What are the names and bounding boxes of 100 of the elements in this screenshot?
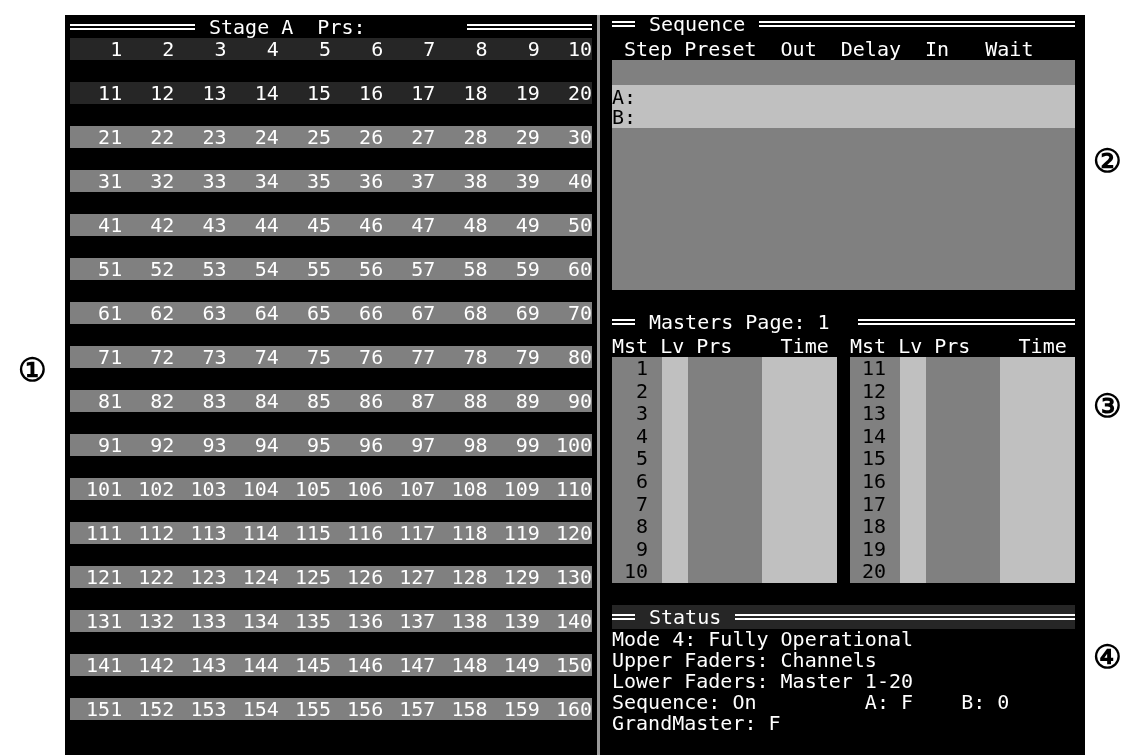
column-header: Time <box>1018 335 1067 357</box>
preset-number: 65 <box>305 302 331 324</box>
preset-number: 71 <box>97 346 123 368</box>
double-rule <box>612 20 635 27</box>
preset-number: 23 <box>201 126 227 148</box>
preset-number: 150 <box>554 654 592 676</box>
preset-number: 131 <box>85 610 123 632</box>
preset-number: 84 <box>253 390 279 412</box>
preset-number: 94 <box>253 434 279 456</box>
preset-number: 57 <box>410 258 436 280</box>
double-rule <box>612 319 635 325</box>
preset-number: 66 <box>358 302 384 324</box>
preset-number: 63 <box>201 302 227 324</box>
preset-number: 85 <box>305 390 331 412</box>
preset-number: 64 <box>253 302 279 324</box>
preset-number: 72 <box>149 346 175 368</box>
master-number: 6 <box>634 469 648 493</box>
master-number: 1 <box>634 357 648 380</box>
preset-number: 132 <box>137 610 175 632</box>
preset-number: 91 <box>97 434 123 456</box>
preset-number: 5 <box>317 38 331 60</box>
master-number: 20 <box>860 560 886 583</box>
master-number: 10 <box>622 560 648 583</box>
preset-number: 25 <box>305 126 331 148</box>
preset-number: 159 <box>502 698 540 720</box>
preset-number: 122 <box>137 566 175 588</box>
panel-title: Status <box>649 607 722 627</box>
preset-number: 153 <box>189 698 227 720</box>
preset-number: 151 <box>85 698 123 720</box>
preset-number: 13 <box>201 82 227 104</box>
preset-number: 98 <box>462 434 488 456</box>
column-header: Delay <box>840 38 901 60</box>
callout-number: ① <box>18 354 47 386</box>
preset-number: 28 <box>462 126 488 148</box>
callout-number: ④ <box>1093 641 1122 673</box>
preset-number: 56 <box>358 258 384 280</box>
preset-number: 145 <box>293 654 331 676</box>
preset-number: 44 <box>253 214 279 236</box>
preset-number: 148 <box>450 654 488 676</box>
preset-number: 16 <box>358 82 384 104</box>
master-number: 18 <box>860 515 886 538</box>
preset-number: 17 <box>410 82 436 104</box>
preset-number: 59 <box>514 258 540 280</box>
column-header: In <box>925 38 950 60</box>
status-text: Lower Faders: Master 1-20 <box>612 671 914 692</box>
column-header: Prs <box>934 335 971 357</box>
preset-number: 48 <box>462 214 488 236</box>
preset-number: 156 <box>346 698 384 720</box>
preset-number: 95 <box>305 434 331 456</box>
preset-number: 60 <box>566 258 592 280</box>
status-text: Mode 4: Fully Operational <box>612 629 914 650</box>
preset-number: 102 <box>137 478 175 500</box>
preset-number: 49 <box>514 214 540 236</box>
column-header: Prs <box>696 335 733 357</box>
preset-number: 137 <box>398 610 436 632</box>
preset-number: 75 <box>305 346 331 368</box>
preset-number: 90 <box>566 390 592 412</box>
preset-number: 99 <box>514 434 540 456</box>
double-rule <box>612 614 635 620</box>
preset-number: 135 <box>293 610 331 632</box>
column-header: Lv <box>660 335 685 357</box>
preset-number: 143 <box>189 654 227 676</box>
preset-number: 36 <box>358 170 384 192</box>
preset-number: 119 <box>502 522 540 544</box>
master-number: 8 <box>634 515 648 538</box>
master-number: 13 <box>860 402 886 425</box>
preset-number: 157 <box>398 698 436 720</box>
preset-number: 89 <box>514 390 540 412</box>
preset-number: 1 <box>109 38 123 60</box>
preset-number: 110 <box>554 478 592 500</box>
preset-number: 129 <box>502 566 540 588</box>
preset-number: 107 <box>398 478 436 500</box>
preset-number: 2 <box>161 38 175 60</box>
preset-number: 141 <box>85 654 123 676</box>
column-header: Time <box>780 335 829 357</box>
preset-number: 113 <box>189 522 227 544</box>
status-text: Sequence: On <box>612 692 758 713</box>
preset-number: 58 <box>462 258 488 280</box>
master-number: 12 <box>860 379 886 403</box>
preset-number: 118 <box>450 522 488 544</box>
preset-number: 29 <box>514 126 540 148</box>
preset-number: 43 <box>201 214 227 236</box>
preset-number: 82 <box>149 390 175 412</box>
preset-number: 142 <box>137 654 175 676</box>
preset-number: 18 <box>462 82 488 104</box>
preset-number: 10 <box>566 38 592 60</box>
preset-number: 54 <box>253 258 279 280</box>
preset-number: 117 <box>398 522 436 544</box>
preset-number: 146 <box>346 654 384 676</box>
preset-number: 52 <box>149 258 175 280</box>
preset-number: 34 <box>253 170 279 192</box>
preset-number: 97 <box>410 434 436 456</box>
column-header: Lv <box>898 335 923 357</box>
preset-number: 155 <box>293 698 331 720</box>
column-header: Preset <box>684 38 757 60</box>
preset-number: 74 <box>253 346 279 368</box>
preset-number: 55 <box>305 258 331 280</box>
preset-number: 130 <box>554 566 592 588</box>
preset-number: 77 <box>410 346 436 368</box>
preset-number: 121 <box>85 566 123 588</box>
